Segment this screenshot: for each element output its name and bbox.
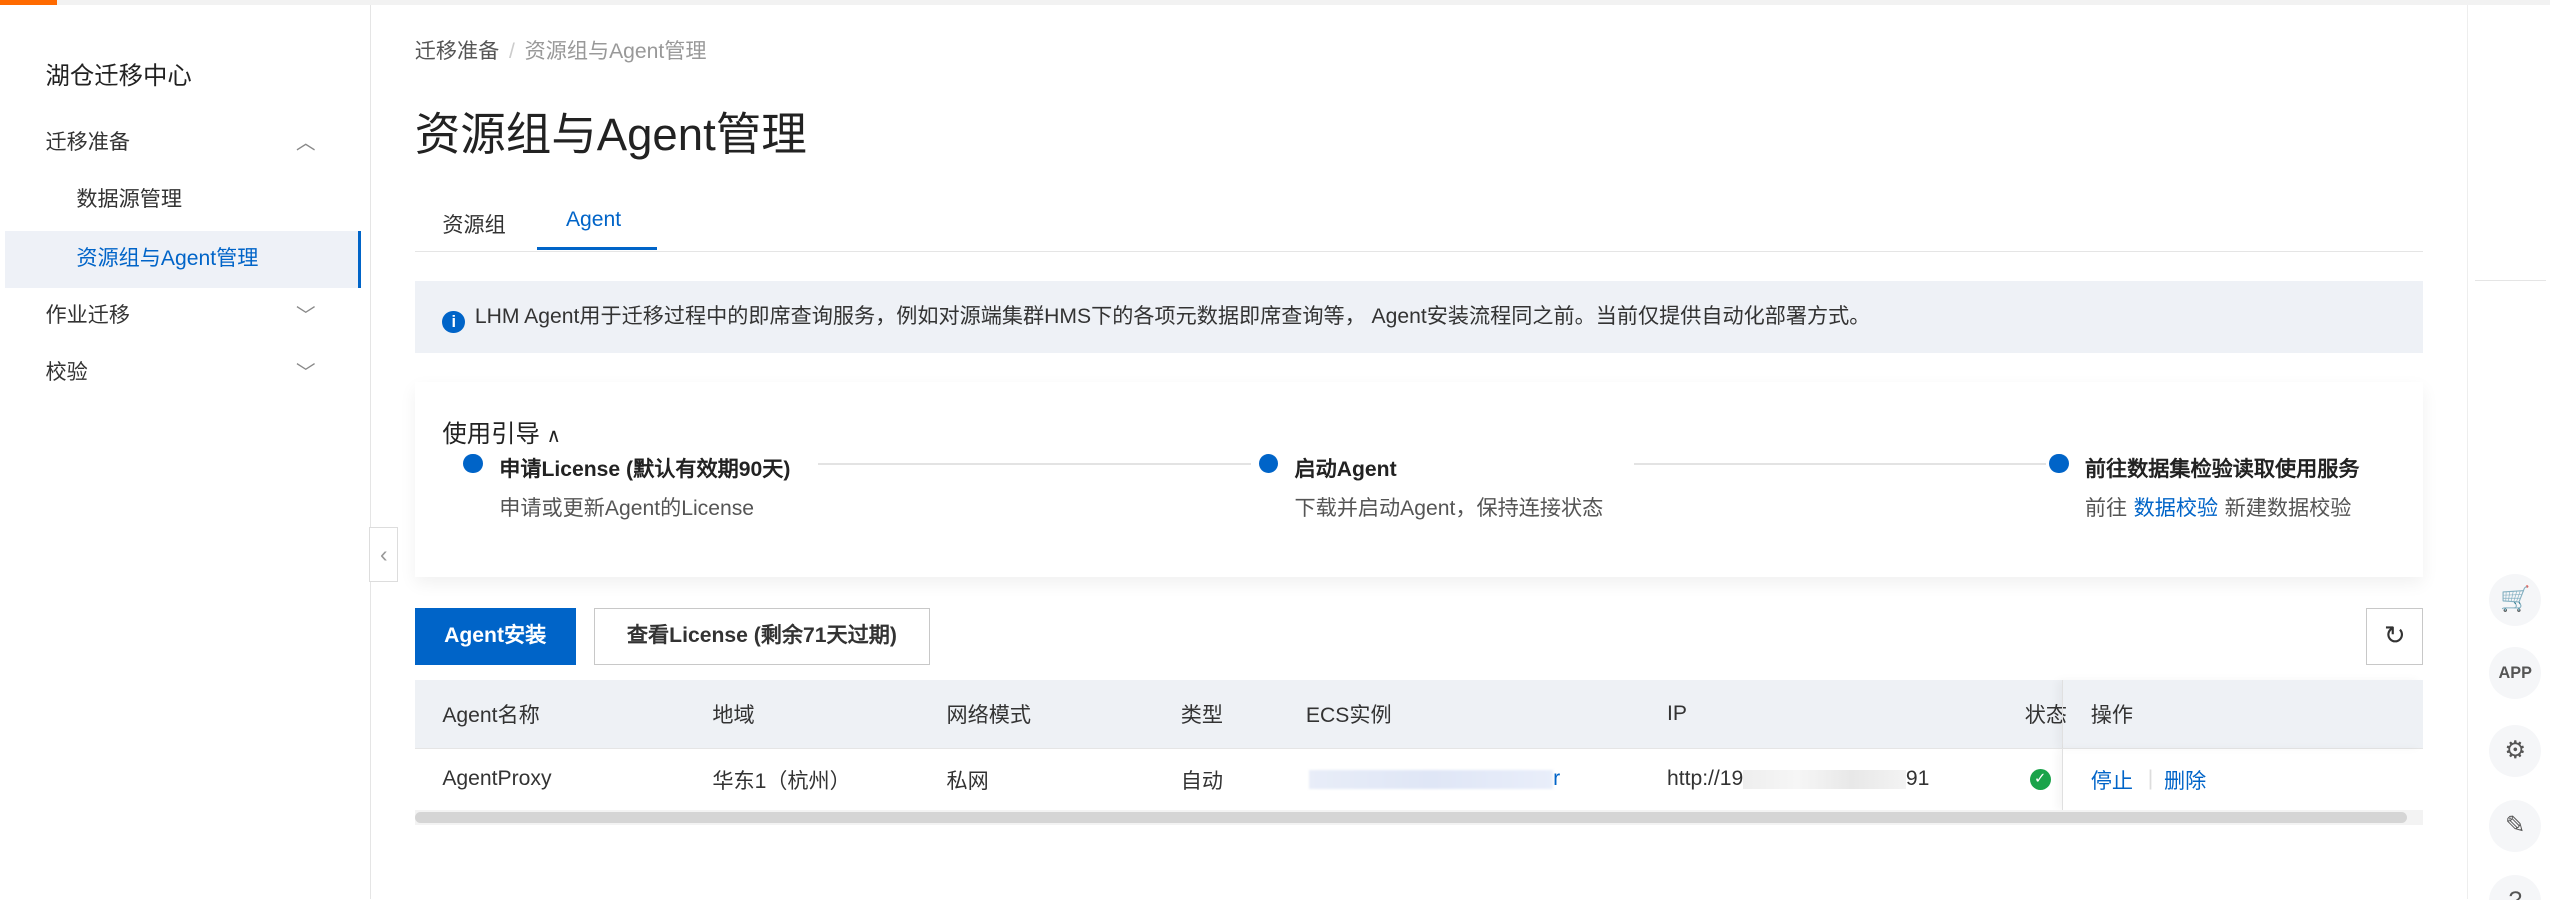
page-title: 资源组与Agent管理: [414, 108, 807, 160]
help-icon[interactable]: ?: [2489, 874, 2542, 900]
delete-button[interactable]: 删除: [2164, 749, 2206, 810]
column-header: IP: [1666, 701, 1687, 725]
agent-type: 自动: [1180, 769, 1223, 793]
ip-prefix: http://19: [1666, 767, 1744, 791]
stop-button[interactable]: 停止: [2091, 749, 2133, 810]
step-dot: [463, 453, 483, 474]
redacted-value: [1743, 769, 1906, 790]
tabs: 资源组 Agent: [414, 195, 2424, 253]
breadcrumb-item[interactable]: 迁移准备: [415, 40, 500, 63]
guide-title: 使用引导: [442, 420, 540, 448]
step-title: 申请License (默认有效期90天): [499, 458, 791, 482]
agent-ip: http://19 91: [1667, 749, 1929, 810]
action-divider: |: [2147, 767, 2154, 791]
column-header: 地域: [712, 704, 755, 728]
refresh-button[interactable]: ↻: [2366, 608, 2424, 666]
sidebar-item-label: 作业迁移: [45, 303, 131, 327]
ip-suffix: 91: [1905, 767, 1930, 791]
scrollbar-thumb[interactable]: [414, 811, 2407, 823]
column-header: 状态: [2024, 704, 2067, 728]
agent-install-button[interactable]: Agent安装: [414, 608, 576, 666]
step-desc-suffix: 新建数据校验: [2224, 497, 2352, 521]
step-connector: [1634, 463, 2046, 466]
sidebar-collapse-button[interactable]: ‹: [369, 526, 399, 583]
sidebar-item-job-migration[interactable]: 作业迁移 ﹀: [0, 288, 371, 345]
refresh-icon: ↻: [2383, 620, 2406, 651]
chevron-down-icon: ﹀: [295, 304, 316, 327]
tab-active-indicator: [536, 247, 658, 251]
sidebar: 湖仓迁移中心 迁移准备 ︿ 数据源管理 资源组与Agent管理 作业迁移 ﹀ 校验 ﹀: [0, 4, 371, 900]
gear-icon[interactable]: ⚙: [2489, 725, 2542, 778]
redacted-value: [1309, 769, 1554, 790]
data-validation-link[interactable]: 数据校验: [2134, 497, 2219, 520]
sticky-column: 操作: [2062, 679, 2423, 749]
edit-icon[interactable]: ✎: [2489, 800, 2542, 853]
chevron-down-icon: ﹀: [295, 361, 316, 384]
sidebar-item-resource-agent[interactable]: 资源组与Agent管理: [4, 230, 362, 288]
usage-guide: 使用引导 ∧ 申请License (默认有效期90天) 申请或更新Agent的Li…: [414, 382, 2424, 578]
step-connector: [818, 463, 1251, 466]
sidebar-title: 湖仓迁移中心: [45, 62, 192, 90]
right-rail: 🛒 APP ⚙ ✎ ?: [2467, 4, 2550, 900]
ecs-instance-link[interactable]: r: [1309, 749, 1560, 810]
column-header: 操作: [2090, 704, 2134, 728]
step-title: 启动Agent: [1294, 458, 1397, 482]
horizontal-scrollbar[interactable]: [414, 809, 2424, 825]
rail-divider: [2474, 279, 2547, 282]
sidebar-item-validation[interactable]: 校验 ﹀: [0, 345, 371, 402]
step-desc: 下载并启动Agent，保持连接状态: [1294, 497, 1604, 521]
app-icon[interactable]: APP: [2489, 647, 2542, 700]
step-desc: 申请或更新Agent的License: [499, 497, 755, 521]
view-license-button[interactable]: 查看License (剩余71天过期): [593, 608, 931, 666]
agent-region: 华东1（杭州）: [712, 769, 851, 793]
table-row: AgentProxy 华东1（杭州） 私网 自动 r http://19 91 ✓…: [414, 748, 2424, 810]
chevron-up-icon: ︿: [295, 132, 316, 155]
table-header: Agent名称 地域 网络模式 类型 ECS实例 IP 状态 操作: [414, 679, 2424, 749]
agent-network: 私网: [946, 769, 989, 793]
column-header: ECS实例: [1305, 704, 1392, 728]
agent-name: AgentProxy: [442, 767, 552, 791]
guide-toggle[interactable]: 使用引导 ∧: [442, 415, 561, 450]
top-bar: [0, 0, 2550, 5]
check-circle-icon: ✓: [2029, 768, 2051, 791]
tab-agent[interactable]: Agent: [566, 208, 621, 232]
sidebar-item-migration-prep[interactable]: 迁移准备 ︿: [0, 115, 371, 172]
step-dot: [1258, 453, 1279, 474]
breadcrumb: 迁移准备 / 资源组与Agent管理: [414, 40, 707, 64]
column-header: Agent名称: [442, 704, 540, 728]
cart-icon[interactable]: 🛒: [2489, 574, 2542, 627]
sidebar-item-label: 迁移准备: [45, 131, 131, 155]
info-banner: i LHM Agent用于迁移过程中的即席查询服务，例如对源端集群HMS下的各项元…: [414, 281, 2424, 353]
column-header: 类型: [1180, 704, 1223, 728]
sidebar-item-datasource[interactable]: 数据源管理: [0, 172, 371, 229]
status-cell: ✓: [2029, 749, 2051, 810]
breadcrumb-current: 资源组与Agent管理: [524, 40, 707, 64]
step-title: 前往数据集检验读取使用服务: [2084, 458, 2360, 482]
tab-resource-group[interactable]: 资源组: [442, 208, 505, 239]
sticky-column: 停止 | 删除: [2062, 749, 2423, 810]
step-dot: [2049, 453, 2069, 474]
chevron-up-icon: ∧: [546, 424, 561, 447]
ecs-suffix: r: [1553, 767, 1561, 791]
step-desc-prefix: 前往: [2084, 497, 2128, 521]
step-desc: 前往 数据校验 新建数据校验: [2085, 491, 2352, 522]
sidebar-item-label: 校验: [45, 360, 88, 384]
column-header: 网络模式: [946, 704, 1032, 728]
info-text: LHM Agent用于迁移过程中的即席查询服务，例如对源端集群HMS下的各项元数…: [474, 305, 1871, 329]
info-icon: i: [442, 310, 466, 334]
